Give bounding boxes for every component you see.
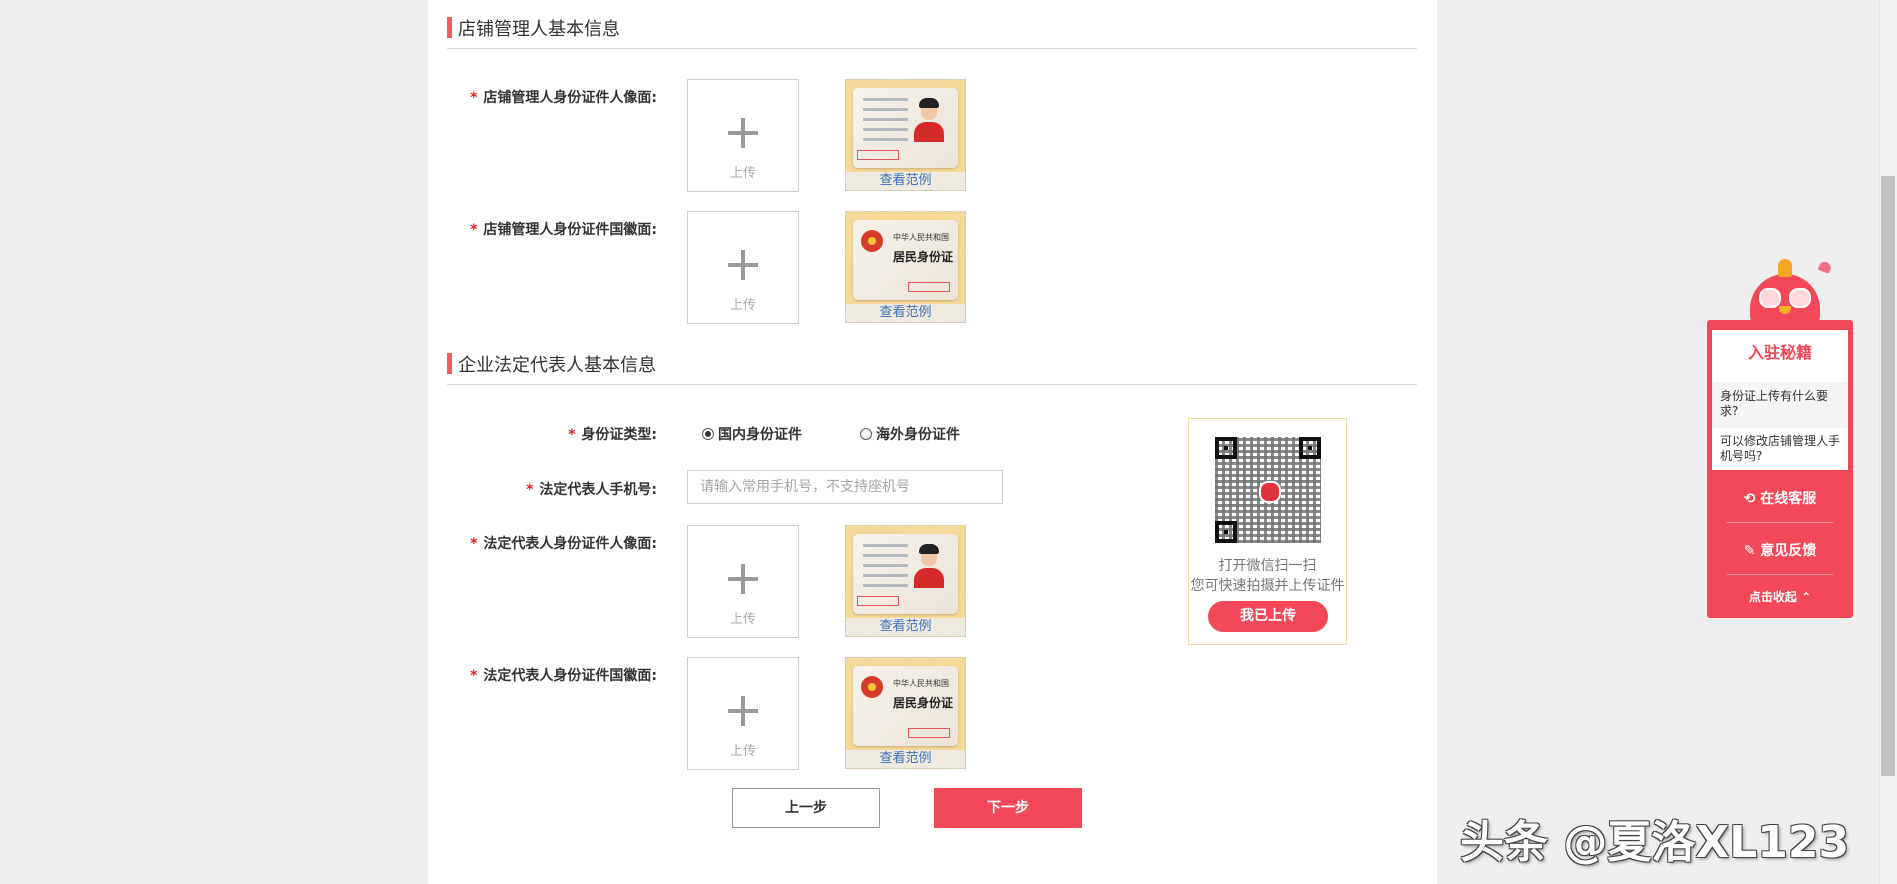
upload-label: 上传 [729, 166, 756, 181]
upload-manager-id-front[interactable]: 上传 [687, 79, 799, 192]
label-legal-id-front: * 法定代表人身份证件人像面: [470, 536, 657, 552]
view-sample-link[interactable]: 查看范例 [846, 750, 965, 768]
qr-upload-panel: 打开微信扫一扫 您可快速拍摄并上传证件 我已上传 [1188, 418, 1347, 645]
upload-legal-id-front[interactable]: 上传 [687, 525, 799, 638]
sample-id-front: 查看范例 [845, 525, 966, 637]
next-step-button[interactable]: 下一步 [934, 788, 1082, 828]
view-sample-link[interactable]: 查看范例 [846, 172, 965, 190]
id-card-back-sample-image: 中华人民共和国 居民身份证 [853, 220, 958, 300]
required-mark: * [568, 427, 576, 443]
chevron-up-icon: ⌃ [1801, 590, 1812, 604]
upload-manager-id-back[interactable]: 上传 [687, 211, 799, 324]
id-card-front-sample-image [853, 88, 958, 168]
required-mark: * [470, 222, 478, 238]
sample-id-front: 查看范例 [845, 79, 966, 191]
radio-overseas-id[interactable]: 海外身份证件 [860, 424, 960, 444]
label-manager-id-back: * 店铺管理人身份证件国徽面: [470, 222, 657, 238]
id-card-front-sample-image [853, 534, 958, 614]
sidebar-question[interactable]: 可以修改店铺管理人手机号吗? [1712, 430, 1848, 470]
radio-unchecked-icon [860, 428, 872, 440]
id-card-back-sample-image: 中华人民共和国 居民身份证 [853, 666, 958, 746]
legal-phone-input[interactable] [687, 470, 1003, 504]
headset-icon: ⟲ [1743, 491, 1756, 507]
uploaded-button[interactable]: 我已上传 [1208, 601, 1328, 632]
sidebar-divider [1727, 522, 1833, 523]
required-mark: * [470, 668, 478, 684]
required-mark: * [470, 536, 478, 552]
prev-step-button[interactable]: 上一步 [732, 788, 880, 828]
national-emblem-icon [861, 230, 883, 252]
upload-label: 上传 [729, 298, 756, 313]
label-id-type: * 身份证类型: [568, 427, 657, 443]
sidebar-divider [1727, 574, 1833, 575]
watermark-text: 头条 @夏洛XL123 [1460, 817, 1850, 868]
online-service-link[interactable]: ⟲ 在线客服 [1707, 488, 1853, 508]
radio-domestic-id[interactable]: 国内身份证件 [702, 424, 802, 444]
required-mark: * [470, 90, 478, 106]
sidebar-title: 入驻秘籍 [1747, 343, 1812, 362]
required-mark: * [526, 482, 534, 498]
upload-legal-id-back[interactable]: 上传 [687, 657, 799, 770]
plus-icon [728, 250, 758, 280]
label-manager-id-front: * 店铺管理人身份证件人像面: [470, 90, 657, 106]
view-sample-link[interactable]: 查看范例 [846, 304, 965, 322]
qr-logo-icon [1259, 481, 1281, 503]
national-emblem-icon [861, 676, 883, 698]
plus-icon [728, 564, 758, 594]
view-sample-link[interactable]: 查看范例 [846, 618, 965, 636]
collapse-sidebar-button[interactable]: 点击收起 ⌃ [1707, 588, 1853, 605]
sample-id-back: 中华人民共和国 居民身份证 查看范例 [845, 211, 966, 323]
radio-checked-icon [702, 428, 714, 440]
plus-icon [728, 696, 758, 726]
feedback-link[interactable]: ✎ 意见反馈 [1707, 540, 1853, 560]
edit-icon: ✎ [1743, 543, 1756, 559]
qr-code-icon [1215, 437, 1321, 543]
section-title-legal: 企业法定代表人基本信息 [447, 351, 656, 377]
mascot-bird-icon [1745, 256, 1835, 326]
section-divider [447, 384, 1417, 385]
qr-instruction-line1: 打开微信扫一扫 [1218, 558, 1317, 574]
label-legal-id-back: * 法定代表人身份证件国徽面: [470, 668, 657, 684]
section-divider [447, 48, 1417, 49]
sidebar-question[interactable]: 身份证上传有什么要求? [1712, 382, 1848, 428]
section-title-manager: 店铺管理人基本信息 [447, 15, 620, 41]
qr-instruction-line2: 您可快速拍摄并上传证件 [1190, 578, 1345, 594]
scrollbar-thumb[interactable] [1881, 176, 1895, 776]
plus-icon [728, 118, 758, 148]
sample-id-back: 中华人民共和国 居民身份证 查看范例 [845, 657, 966, 769]
help-sidebar: 入驻秘籍 身份证上传有什么要求? 可以修改店铺管理人手机号吗? ⟲ 在线客服 ✎… [1707, 320, 1853, 618]
upload-label: 上传 [729, 612, 756, 627]
label-legal-phone: * 法定代表人手机号: [526, 482, 657, 498]
upload-label: 上传 [729, 744, 756, 759]
